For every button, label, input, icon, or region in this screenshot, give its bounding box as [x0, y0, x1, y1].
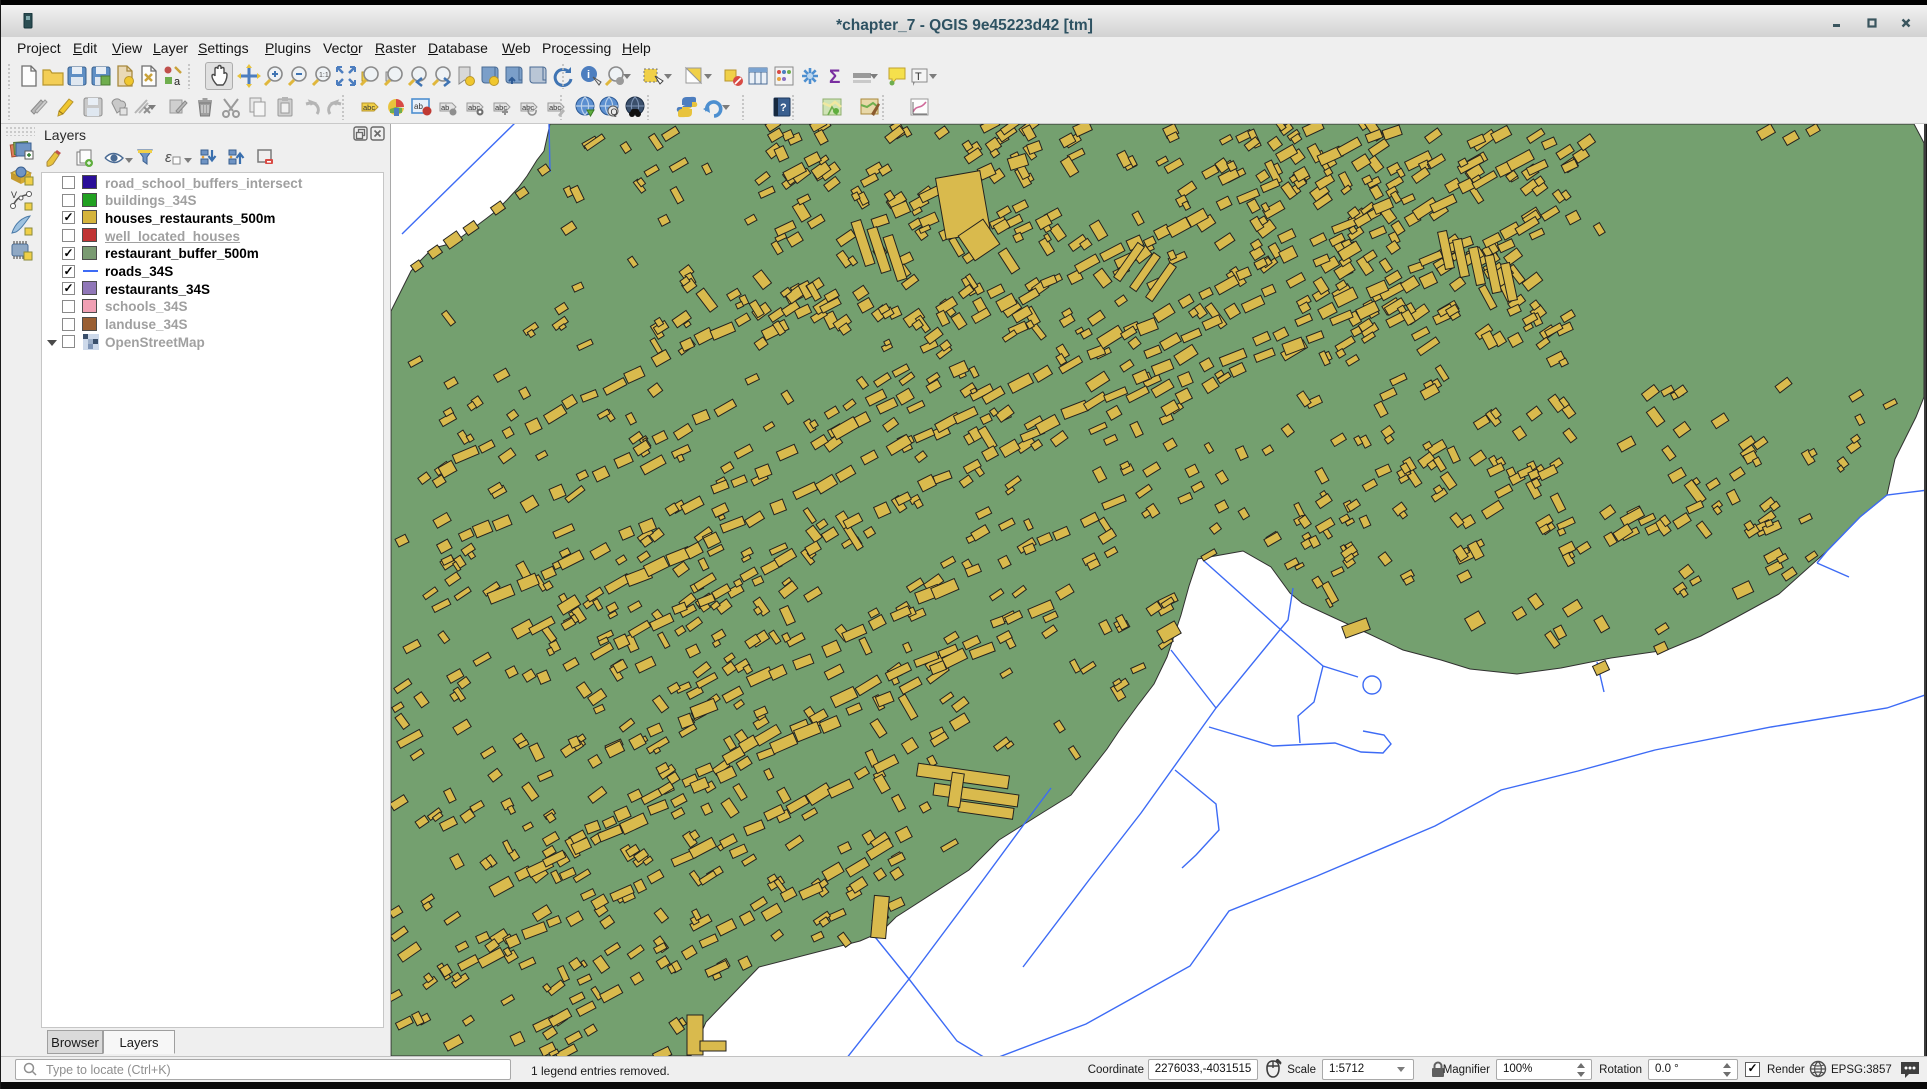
svg-text:?: ? — [780, 102, 787, 114]
svg-text:ab: ab — [441, 103, 449, 112]
svg-text:Σ: Σ — [829, 67, 840, 88]
svg-text:ε: ε — [165, 149, 172, 166]
svg-text:T: T — [915, 71, 922, 83]
svg-text:i: i — [587, 69, 590, 81]
svg-text:V: V — [11, 190, 17, 200]
svg-text:1:1: 1:1 — [319, 72, 329, 79]
svg-text:ab: ab — [414, 102, 423, 111]
svg-text:abc: abc — [363, 103, 375, 112]
svg-text:a: a — [174, 76, 181, 88]
svg-text:Q: Q — [611, 107, 618, 117]
